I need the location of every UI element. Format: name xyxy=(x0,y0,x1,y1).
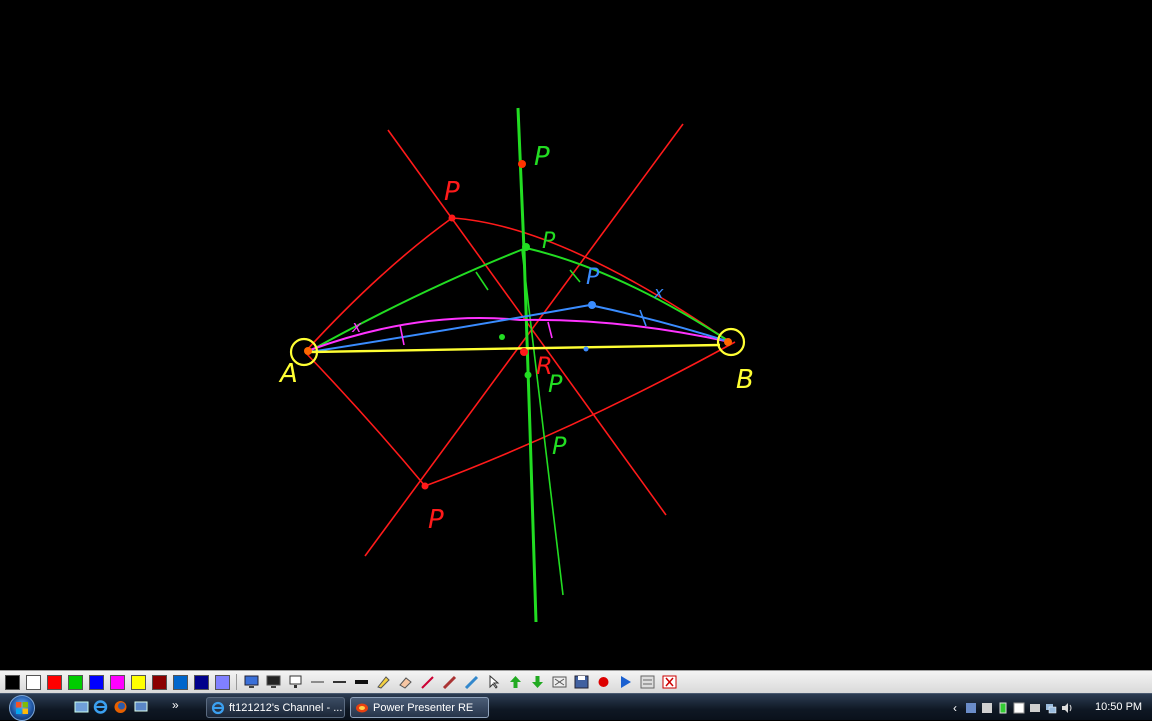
color-skyblue-swatch[interactable] xyxy=(173,674,188,690)
arrow-up-icon[interactable] xyxy=(507,674,524,691)
color-darkred-swatch[interactable] xyxy=(152,674,167,690)
toolbar-separator xyxy=(236,674,237,690)
settings-icon[interactable] xyxy=(639,674,656,691)
color-black-swatch[interactable] xyxy=(5,674,20,690)
label-a: A xyxy=(278,359,298,389)
label-b: B xyxy=(736,365,754,395)
tray-app-icon[interactable] xyxy=(981,702,993,714)
label-x: x xyxy=(653,283,664,302)
show-desktop-icon[interactable] xyxy=(74,700,89,714)
label-p: P xyxy=(552,432,567,460)
quicklaunch-overflow-chevron[interactable]: » xyxy=(172,698,179,712)
intersection-dot xyxy=(522,243,530,251)
intersection-dot xyxy=(421,482,429,490)
intersection-dot xyxy=(448,214,456,222)
play-icon[interactable] xyxy=(617,674,634,691)
pointer-icon[interactable] xyxy=(485,674,502,691)
intersection-dot xyxy=(588,301,596,309)
thin-line-icon[interactable] xyxy=(309,674,326,691)
label-p: P xyxy=(548,370,563,398)
medium-line-icon[interactable] xyxy=(331,674,348,691)
intersection-dot xyxy=(524,371,532,379)
color-blue-swatch[interactable] xyxy=(89,674,104,690)
windows-logo-icon xyxy=(16,702,28,714)
tray-expand-chevron[interactable]: ‹ xyxy=(953,701,957,715)
color-yellow-swatch[interactable] xyxy=(131,674,146,690)
color-magenta-swatch[interactable] xyxy=(110,674,125,690)
eraser-icon[interactable] xyxy=(397,674,414,691)
record-icon[interactable] xyxy=(595,674,612,691)
start-button[interactable] xyxy=(9,695,35,721)
windows-taskbar: » ft121212's Channel - ... Power Present… xyxy=(0,693,1152,721)
taskbar-button-power-presenter[interactable]: Power Presenter RE xyxy=(350,697,489,718)
marker-icon[interactable] xyxy=(441,674,458,691)
switch-windows-icon[interactable] xyxy=(134,700,149,714)
color-white-swatch[interactable] xyxy=(26,674,41,690)
system-clock[interactable]: 10:50 PM xyxy=(1095,701,1142,713)
color-green-swatch[interactable] xyxy=(68,674,83,690)
exit-icon[interactable] xyxy=(661,674,678,691)
save-icon[interactable] xyxy=(573,674,590,691)
screen-capture-icon[interactable] xyxy=(243,674,260,691)
tray-app-icon[interactable] xyxy=(1029,702,1041,714)
drawing-canvas[interactable]: P P P P R P P P A B x x xyxy=(0,0,1152,670)
intersection-dot xyxy=(518,160,526,168)
intersection-dot xyxy=(583,346,589,352)
point-a-dot xyxy=(304,347,312,355)
label-p: P xyxy=(542,229,556,254)
arrow-down-icon[interactable] xyxy=(529,674,546,691)
taskbar-button-label: Power Presenter RE xyxy=(373,701,474,714)
clear-icon[interactable] xyxy=(551,674,568,691)
label-p: P xyxy=(534,142,550,172)
battery-icon[interactable] xyxy=(997,702,1009,714)
firefox-icon[interactable] xyxy=(113,700,128,714)
pen-icon[interactable] xyxy=(419,674,436,691)
intersection-dot xyxy=(499,334,505,340)
internet-explorer-icon[interactable] xyxy=(93,700,108,714)
point-b-dot xyxy=(724,338,732,346)
label-p: P xyxy=(444,177,460,207)
green-strokes xyxy=(307,107,731,623)
volume-icon[interactable] xyxy=(1061,702,1073,714)
network-icon[interactable] xyxy=(1045,702,1057,714)
taskbar-button-label: ft121212's Channel - ... xyxy=(229,701,343,714)
label-p: P xyxy=(586,265,600,290)
handwritten-geometry-drawing: P P P P R P P P A B x x xyxy=(278,107,754,623)
highlighter-icon[interactable] xyxy=(375,674,392,691)
brush-icon[interactable] xyxy=(463,674,480,691)
color-lavender-swatch[interactable] xyxy=(215,674,230,690)
presenter-toolbar xyxy=(0,670,1152,693)
label-p: P xyxy=(428,505,444,535)
color-navy-swatch[interactable] xyxy=(194,674,209,690)
color-red-swatch[interactable] xyxy=(47,674,62,690)
monitor-icon[interactable] xyxy=(265,674,282,691)
tray-app-icon[interactable] xyxy=(1013,702,1025,714)
label-x: x xyxy=(351,317,362,336)
tray-app-icon[interactable] xyxy=(965,702,977,714)
power-presenter-icon xyxy=(356,703,368,712)
taskbar-button-browser[interactable]: ft121212's Channel - ... xyxy=(206,697,345,718)
thick-line-icon[interactable] xyxy=(353,674,370,691)
display-icon[interactable] xyxy=(287,674,304,691)
internet-explorer-icon xyxy=(211,701,225,714)
intersection-dot xyxy=(520,348,528,356)
